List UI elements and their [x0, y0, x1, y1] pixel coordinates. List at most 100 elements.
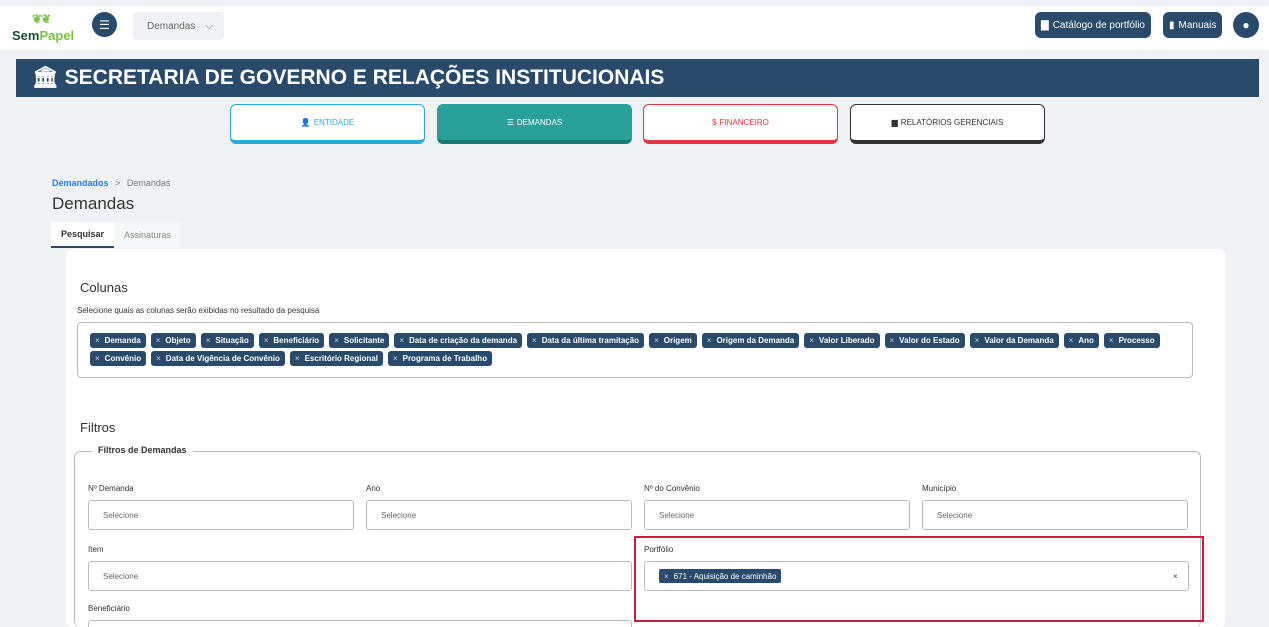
column-chip-label: Convênio: [104, 354, 142, 363]
column-chip-label: Valor Liberado: [818, 336, 875, 345]
nav-relatorios[interactable]: ▆ RELATÓRIOS GERENCIAIS: [850, 104, 1045, 144]
user-icon: ●: [1242, 18, 1250, 32]
demanda-label: Nº Demanda: [88, 484, 134, 493]
convenio-select[interactable]: Selecione: [644, 500, 910, 530]
beneficiario-select[interactable]: [88, 620, 632, 627]
module-select[interactable]: Demandas ⌵: [133, 12, 224, 40]
column-chip[interactable]: × Convênio: [90, 351, 147, 366]
ano-label: Ano: [366, 484, 381, 493]
chip-remove-icon[interactable]: ×: [393, 354, 398, 363]
user-icon: 👤: [300, 118, 311, 127]
nav-entidade[interactable]: 👤 ENTIDADE: [230, 104, 425, 144]
column-chip[interactable]: × Solicitante: [329, 333, 390, 348]
column-chip-label: Data de Vigência de Convênio: [165, 354, 280, 363]
column-chips: × Demanda × Objeto × Situação × Beneficiário × So…: [90, 333, 1180, 366]
municipio-select[interactable]: Selecione: [922, 500, 1188, 530]
column-chip[interactable]: × Beneficiário: [258, 333, 325, 348]
nav-demandas-label: DEMANDAS: [516, 118, 563, 127]
column-chip[interactable]: × Valor do Estado: [884, 333, 965, 348]
column-chip-label: Programa de Trabalho: [402, 354, 488, 363]
manuals-button-label: Manuais: [1178, 19, 1217, 31]
column-chip[interactable]: × Situação: [200, 333, 254, 348]
nav-entidade-label: ENTIDADE: [313, 118, 355, 127]
breadcrumb-current: Demandas: [126, 178, 171, 188]
bank-icon: 🏛: [32, 66, 59, 89]
column-chip[interactable]: × Data de criação da demanda: [394, 333, 523, 348]
highlight-box: [634, 536, 1204, 622]
chip-remove-icon[interactable]: ×: [1109, 336, 1114, 345]
column-chip[interactable]: × Processo: [1103, 333, 1160, 348]
list-menu-button[interactable]: ☰: [92, 12, 117, 37]
breadcrumb-root[interactable]: Demandados: [52, 178, 109, 188]
municipio-label: Município: [922, 484, 957, 493]
file-icon: ▆: [891, 118, 898, 127]
sempapel-logo[interactable]: ❦❦ SemPapel: [12, 10, 75, 48]
filters-legend: Filtros de Demandas: [92, 445, 193, 455]
column-chip-label: Data da última tramitação: [541, 336, 640, 345]
chip-remove-icon[interactable]: ×: [809, 336, 814, 345]
column-chip[interactable]: × Programa de Trabalho: [387, 351, 493, 366]
logo-text-papel: Papel: [39, 28, 75, 43]
chip-remove-icon[interactable]: ×: [532, 336, 537, 345]
chip-remove-icon[interactable]: ×: [156, 336, 161, 345]
chip-remove-icon[interactable]: ×: [95, 354, 100, 363]
column-chip-label: Beneficiário: [273, 336, 320, 345]
bookmark-icon: ▮: [1169, 19, 1175, 31]
chip-remove-icon[interactable]: ×: [890, 336, 895, 345]
columns-hint: Selecione quais as colunas serão exibida…: [77, 306, 320, 315]
tab-pesquisar[interactable]: Pesquisar: [51, 222, 115, 248]
item-label: Item: [88, 545, 104, 554]
nav-relatorios-label: RELATÓRIOS GERENCIAIS: [900, 118, 1004, 127]
column-chip[interactable]: × Valor da Demanda: [969, 333, 1059, 348]
column-chip-label: Situação: [215, 336, 249, 345]
nav-financeiro[interactable]: $ FINANCEIRO: [643, 104, 838, 144]
ano-select[interactable]: Selecione: [366, 500, 632, 530]
chevron-down-icon: ⌵: [205, 20, 213, 32]
book-icon: ▇: [1041, 19, 1049, 31]
column-chip-label: Demanda: [104, 336, 141, 345]
column-chip[interactable]: × Origem: [649, 333, 697, 348]
breadcrumb: Demandados > Demandas: [52, 178, 170, 188]
filters-title: Filtros: [80, 420, 116, 435]
column-chip-label: Valor da Demanda: [984, 336, 1054, 345]
column-chip[interactable]: × Data de Vigência de Convênio: [151, 351, 285, 366]
item-select[interactable]: Selecione: [88, 561, 632, 591]
chip-remove-icon[interactable]: ×: [295, 354, 300, 363]
demanda-select[interactable]: Selecione: [88, 500, 354, 530]
column-chip-label: Data de criação da demanda: [408, 336, 518, 345]
column-chip[interactable]: × Objeto: [150, 333, 196, 348]
chip-remove-icon[interactable]: ×: [654, 336, 659, 345]
column-chip-label: Origem da Demanda: [716, 336, 795, 345]
column-chip[interactable]: × Escritório Regional: [289, 351, 383, 366]
user-avatar[interactable]: ●: [1233, 12, 1259, 38]
tab-assinaturas[interactable]: Assinaturas: [114, 222, 182, 248]
list-icon: ☰: [506, 118, 514, 127]
column-chip[interactable]: × Data da última tramitação: [527, 333, 645, 348]
column-chip[interactable]: × Valor Liberado: [804, 333, 880, 348]
column-chip-label: Objeto: [165, 336, 191, 345]
nav-demandas[interactable]: ☰ DEMANDAS: [437, 104, 632, 144]
chip-remove-icon[interactable]: ×: [334, 336, 339, 345]
manuals-button[interactable]: ▮ Manuais: [1163, 12, 1223, 38]
org-banner: 🏛 SECRETARIA DE GOVERNO E RELAÇÕES INSTI…: [16, 59, 1259, 97]
column-chip-label: Escritório Regional: [304, 354, 378, 363]
chip-remove-icon[interactable]: ×: [206, 336, 211, 345]
breadcrumb-separator: >: [115, 178, 121, 188]
list-icon: ☰: [99, 17, 110, 32]
chip-remove-icon[interactable]: ×: [975, 336, 980, 345]
column-chip-label: Solicitante: [343, 336, 385, 345]
column-chip[interactable]: × Demanda: [90, 333, 146, 348]
org-title: SECRETARIA DE GOVERNO E RELAÇÕES INSTITU…: [64, 66, 665, 89]
chip-remove-icon[interactable]: ×: [707, 336, 712, 345]
column-chip-label: Ano: [1078, 336, 1094, 345]
column-chip[interactable]: × Ano: [1063, 333, 1099, 348]
chip-remove-icon[interactable]: ×: [1069, 336, 1074, 345]
chip-remove-icon[interactable]: ×: [264, 336, 269, 345]
chip-remove-icon[interactable]: ×: [399, 336, 404, 345]
beneficiario-label: Beneficiário: [88, 604, 130, 613]
chip-remove-icon[interactable]: ×: [95, 336, 100, 345]
column-chip[interactable]: × Origem da Demanda: [701, 333, 800, 348]
chip-remove-icon[interactable]: ×: [156, 354, 161, 363]
catalog-button[interactable]: ▇ Catálogo de portfólio: [1035, 12, 1151, 38]
columns-multiselect[interactable]: × Demanda × Objeto × Situação × Beneficiário × So…: [77, 322, 1193, 378]
